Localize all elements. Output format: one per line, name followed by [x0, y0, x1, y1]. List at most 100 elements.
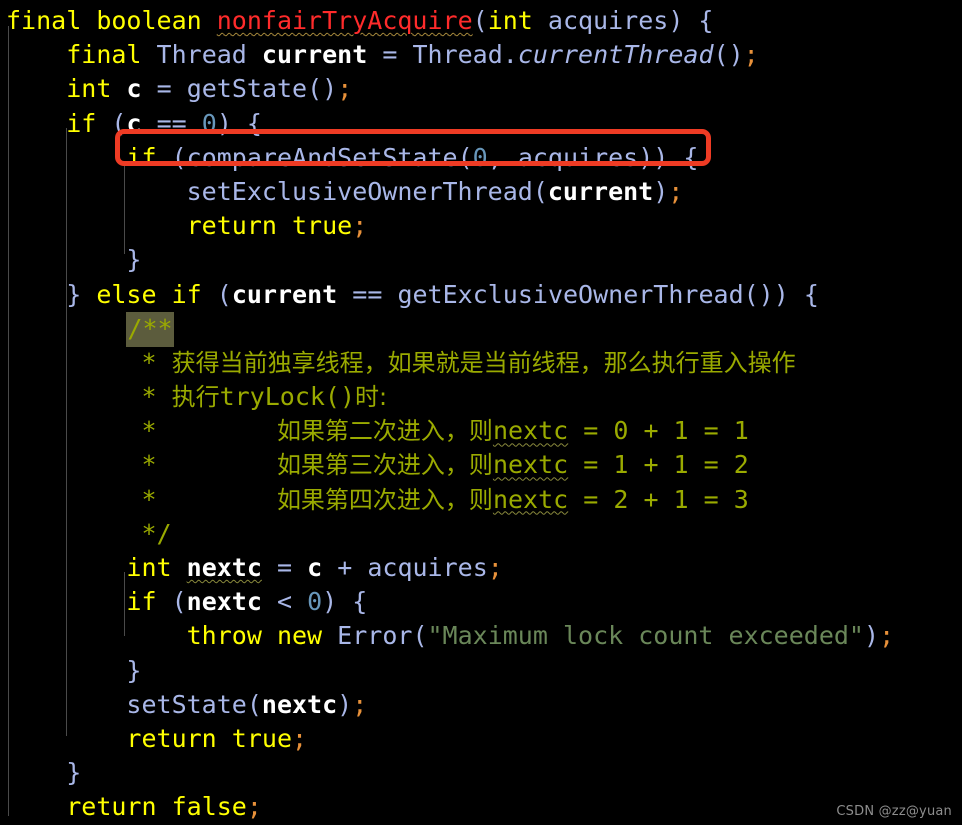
code-line[interactable]: } — [0, 243, 962, 277]
code-token: ( — [171, 142, 187, 172]
code-line[interactable]: * 获得当前独享线程，如果就是当前线程，那么执行重入操作 — [0, 346, 962, 380]
code-line[interactable]: } — [0, 654, 962, 688]
code-line[interactable]: * 如果第二次进入，则nextc = 0 + 1 = 1 — [0, 414, 962, 448]
code-token: () — [307, 74, 338, 104]
code-token: ) — [864, 621, 880, 651]
code-token: 如果第二次进入，则 — [276, 417, 493, 446]
code-token: new — [276, 621, 323, 651]
code-token: () — [713, 40, 744, 70]
code-token: ( — [472, 6, 488, 35]
code-token: = — [276, 553, 293, 582]
code-token: 获得当前独享线程，如果就是当前线程，那么执行重入操作 — [171, 348, 796, 377]
code-token: ( — [457, 142, 473, 172]
code-token: if — [126, 142, 157, 172]
code-token: c — [307, 553, 323, 582]
code-token: int — [487, 6, 533, 35]
code-token: ) { — [668, 6, 714, 35]
code-token: if — [171, 279, 202, 309]
code-token: * — [126, 347, 172, 377]
code-token: int — [66, 74, 112, 104]
code-line[interactable]: int nextc = c + acquires; — [0, 551, 962, 585]
code-token: c — [126, 74, 142, 104]
code-token: return — [66, 792, 157, 822]
code-token: ; — [879, 621, 895, 651]
code-token: ( — [532, 176, 548, 206]
code-token: = 2 + 1 = 3 — [568, 484, 749, 514]
code-token: nextc — [492, 484, 569, 514]
code-token: nextc — [186, 587, 262, 617]
code-token: ) — [337, 689, 353, 719]
code-token: 执行 — [171, 383, 220, 412]
code-line[interactable]: final boolean nonfairTryAcquire(int acqu… — [0, 4, 962, 38]
code-token: } — [126, 245, 142, 275]
code-token: } — [126, 655, 142, 685]
code-line[interactable]: /** — [0, 311, 962, 347]
code-line[interactable]: * 如果第四次进入，则nextc = 2 + 1 = 3 — [0, 483, 962, 517]
code-token: return — [186, 211, 277, 241]
code-token: < — [276, 587, 293, 617]
code-line[interactable]: setExclusiveOwnerThread(current); — [0, 175, 962, 209]
code-line[interactable]: return false; — [0, 790, 962, 824]
code-editor[interactable]: final boolean nonfairTryAcquire(int acqu… — [0, 0, 962, 825]
code-line[interactable]: } — [0, 756, 962, 790]
code-line[interactable]: if (c == 0) { — [0, 107, 962, 141]
code-token: = — [156, 74, 172, 104]
code-token: 如果第四次进入，则 — [276, 485, 493, 514]
code-line[interactable]: setState(nextc); — [0, 688, 962, 722]
code-line[interactable]: return true; — [0, 722, 962, 756]
code-line[interactable]: return true; — [0, 209, 962, 243]
code-line[interactable]: if (compareAndSetState(0, acquires)) { — [0, 141, 962, 175]
code-token: ) { — [216, 108, 262, 138]
code-token: nextc — [261, 689, 338, 719]
code-line[interactable]: * 如果第三次进入，则nextc = 1 + 1 = 2 — [0, 448, 962, 482]
code-content[interactable]: final boolean nonfairTryAcquire(int acqu… — [0, 0, 962, 825]
code-token: "Maximum lock count exceeded" — [427, 621, 865, 651]
code-token: final — [6, 6, 82, 35]
code-line[interactable]: final Thread current = Thread.currentThr… — [0, 38, 962, 72]
code-token: ) { — [322, 587, 368, 617]
code-line[interactable]: if (nextc < 0) { — [0, 585, 962, 619]
code-line[interactable]: throw new Error("Maximum lock count exce… — [0, 619, 962, 653]
code-token: ( — [216, 279, 232, 309]
code-token: nextc — [492, 450, 569, 480]
code-line[interactable]: * 执行tryLock()时: — [0, 380, 962, 414]
code-token: * — [126, 484, 277, 514]
code-line[interactable]: */ — [0, 517, 962, 551]
code-token: == — [352, 279, 383, 309]
code-token: , — [487, 142, 518, 172]
code-token: c — [126, 108, 142, 138]
code-token: . — [502, 40, 518, 70]
code-token: 如果第三次进入，则 — [276, 451, 493, 480]
code-token: else — [96, 279, 157, 309]
code-line[interactable]: int c = getState(); — [0, 72, 962, 106]
code-line[interactable]: } else if (current == getExclusiveOwnerT… — [0, 278, 962, 312]
